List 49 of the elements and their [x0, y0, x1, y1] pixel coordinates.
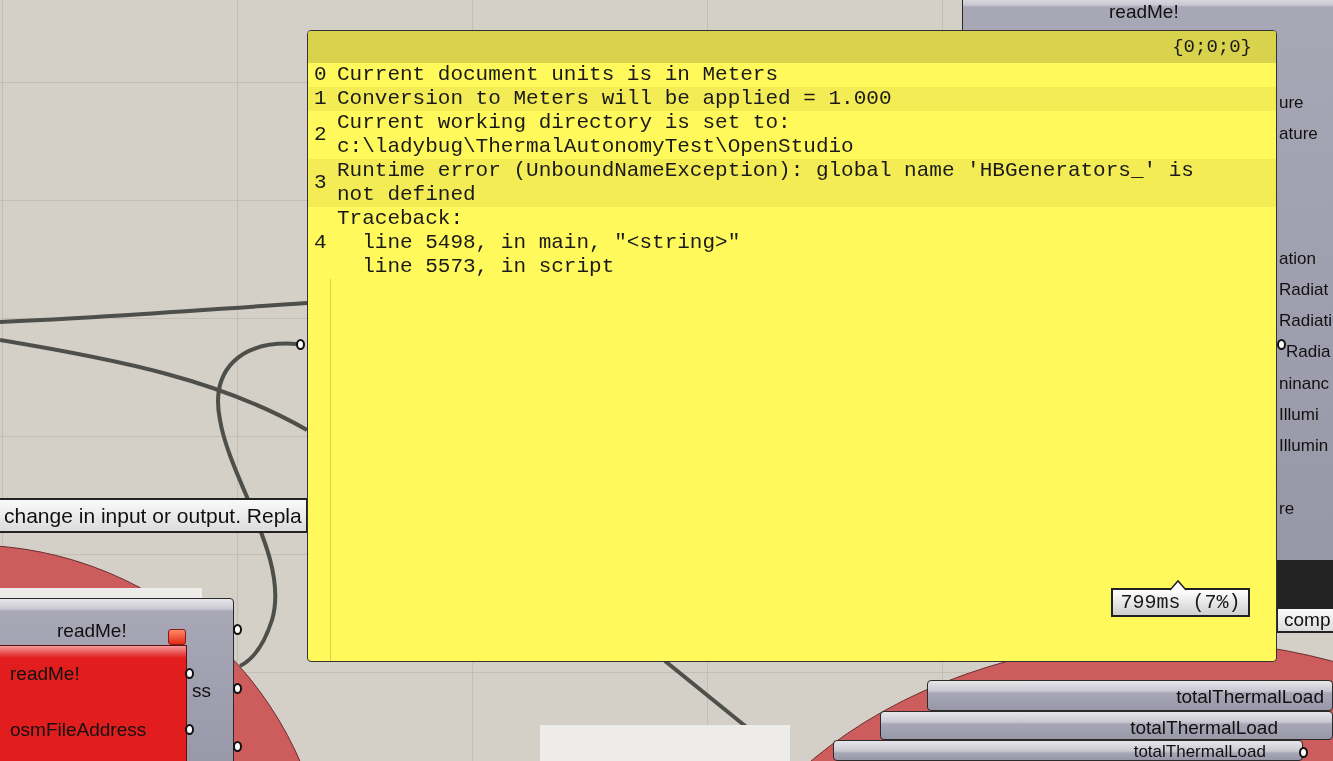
output-label: ss [192, 681, 211, 700]
message-line: Current working directory is set to: [336, 111, 792, 135]
timing-label: 799ms (7%) [1111, 588, 1250, 617]
connector-port-icon[interactable] [185, 668, 194, 679]
output-label: Illumi [1279, 406, 1319, 423]
message-line: Runtime error (UnboundNameException): global name 'HBGenerators_' is [336, 159, 1195, 183]
tooltip: comp [1276, 607, 1333, 633]
output-label: Illumin [1279, 437, 1329, 454]
message-line: line 5573, in script [361, 255, 616, 279]
tooltip: change in input or output. Repla [0, 498, 308, 533]
output-label: readMe! [10, 664, 80, 683]
output-label: re [1279, 500, 1295, 517]
connector-port-icon[interactable] [233, 741, 242, 752]
connector-port-icon[interactable] [1299, 747, 1308, 758]
callout-pointer-icon [1169, 579, 1187, 591]
component-title: readMe! [1109, 2, 1179, 21]
component-node[interactable]: readMe! ss readMe! osmFileAddress [0, 598, 234, 761]
output-label: ninanc [1279, 375, 1330, 392]
connector-port-icon[interactable] [296, 339, 305, 350]
data-path-label: {0;0;0} [1172, 36, 1252, 58]
connector-port-icon[interactable] [233, 683, 242, 694]
output-label: Radiati [1279, 312, 1332, 329]
component-title: readMe! [57, 621, 127, 640]
row-index: 0 [313, 63, 328, 87]
output-label: Radiat [1279, 281, 1329, 298]
message-line: c:\ladybug\ThermalAutonomyTest\OpenStudio [336, 135, 855, 159]
connector-port-icon[interactable] [185, 724, 194, 735]
connector-port-icon[interactable] [233, 624, 242, 635]
component-title: totalThermalLoad [1130, 718, 1278, 737]
component-node[interactable]: totalThermalLoad [833, 740, 1303, 761]
message-line: Conversion to Meters will be applied = 1.000 [336, 87, 893, 111]
message-line: Current document units is in Meters [336, 63, 780, 87]
row-index: 4 [313, 231, 328, 255]
output-label: ation [1279, 250, 1316, 267]
output-label: ature [1279, 125, 1318, 142]
message-line: not defined [336, 183, 477, 207]
message-line: Traceback: [336, 207, 465, 231]
output-label: osmFileAddress [10, 720, 147, 739]
message-line: line 5498, in main, "<string>" [361, 231, 742, 255]
row-index: 1 [313, 87, 328, 111]
output-label: ure [1279, 94, 1304, 111]
warning-flag-icon [168, 629, 186, 645]
component-title: totalThermalLoad [1176, 687, 1324, 706]
component-node[interactable]: totalThermalLoad [927, 680, 1333, 711]
row-index: 3 [313, 171, 328, 195]
component-title: totalThermalLoad [1133, 743, 1266, 760]
row-index: 2 [313, 123, 328, 147]
output-label: Radia [1286, 343, 1331, 360]
component-node[interactable]: totalThermalLoad [880, 711, 1333, 740]
